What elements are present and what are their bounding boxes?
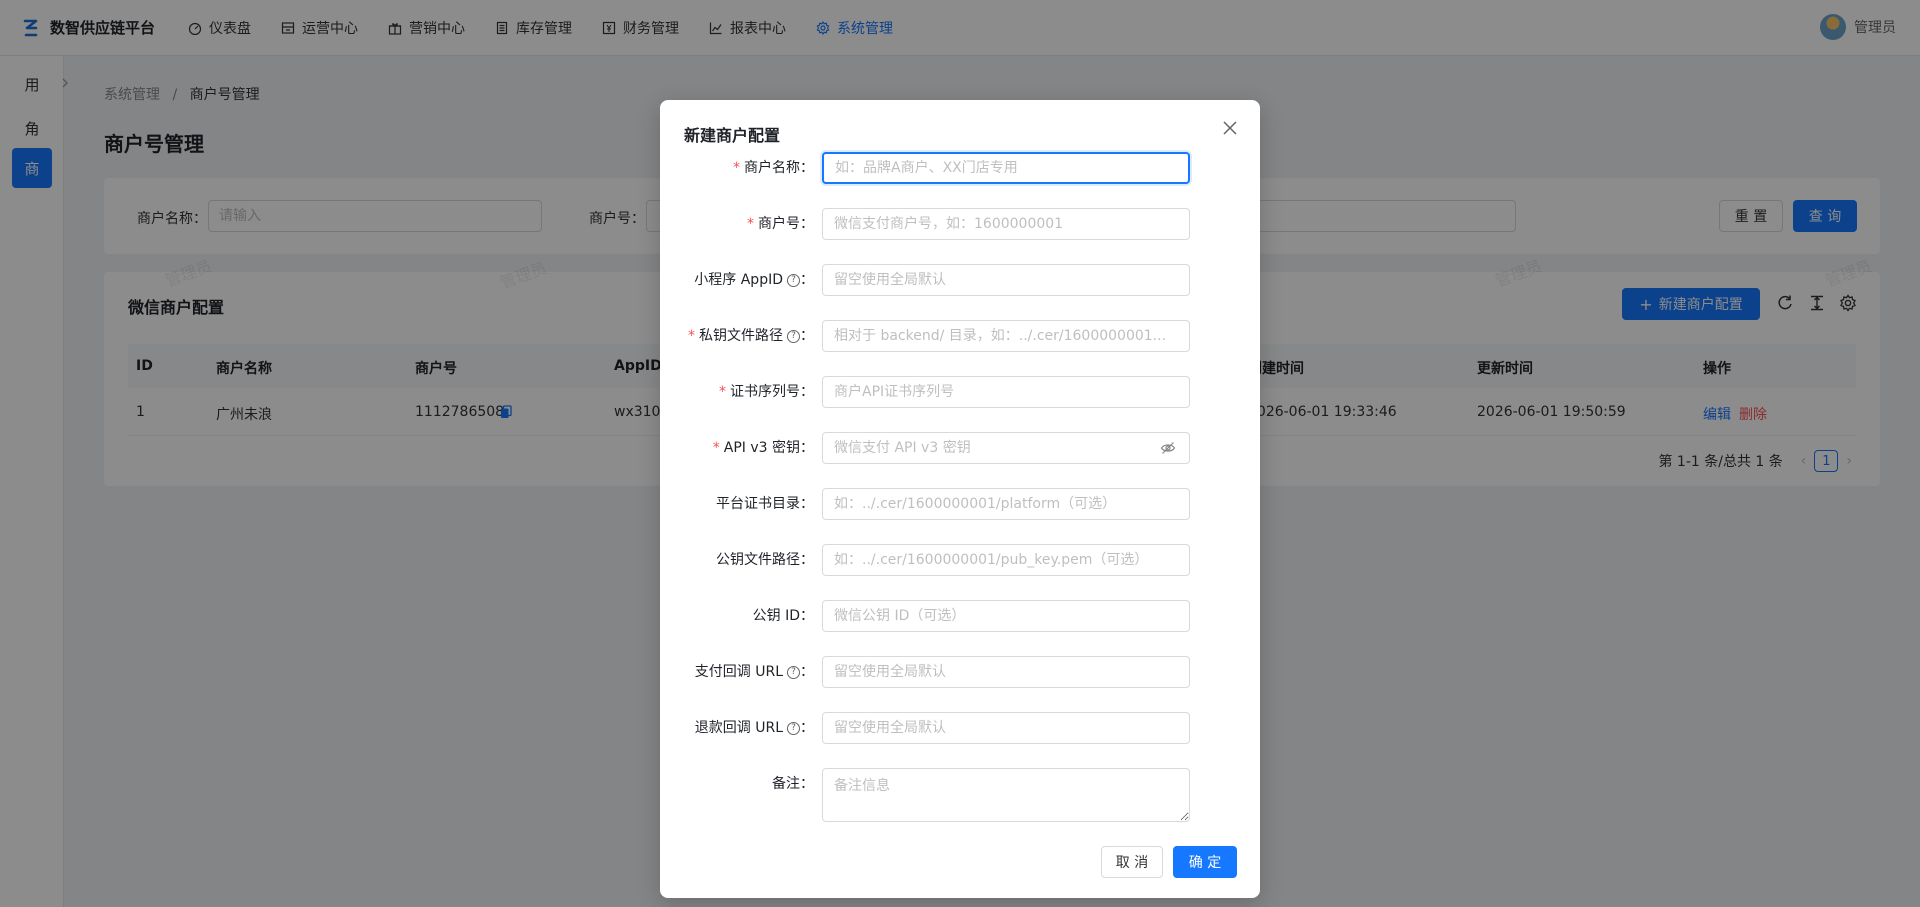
remark-field[interactable]	[822, 768, 1190, 822]
merchant-id-field[interactable]	[822, 208, 1190, 240]
form-row-refund-notify-url: 退款回调 URL?：	[660, 712, 1260, 744]
field-label: 备注：	[772, 768, 814, 800]
field-label-text: 公钥 ID	[752, 608, 800, 624]
field-label: 小程序 AppID?：	[694, 264, 814, 296]
form-row-appid: 小程序 AppID?：	[660, 264, 1260, 296]
help-icon[interactable]: ?	[787, 329, 800, 343]
form-row-public-key-path: 公钥文件路径：	[660, 544, 1260, 576]
required-mark: *	[719, 384, 726, 400]
field-label-text: 小程序 AppID	[694, 272, 783, 288]
field-label-text: 平台证书目录	[716, 496, 800, 512]
public-key-id-field[interactable]	[822, 600, 1190, 632]
modal-title: 新建商户配置	[684, 126, 781, 145]
confirm-button[interactable]: 确 定	[1173, 846, 1237, 878]
field-label: 平台证书目录：	[716, 488, 814, 520]
field-label-text: 商户号	[758, 216, 800, 232]
form-row-remark: 备注：	[660, 768, 1260, 822]
field-label: * 证书序列号：	[719, 376, 814, 408]
field-label: * 商户名称：	[733, 152, 814, 184]
form-row-pay-notify-url: 支付回调 URL?：	[660, 656, 1260, 688]
form-row-platform-cert-dir: 平台证书目录：	[660, 488, 1260, 520]
help-icon[interactable]: ?	[787, 721, 800, 735]
help-icon[interactable]: ?	[787, 665, 800, 679]
field-label-text: 商户名称	[744, 160, 800, 176]
field-label: 退款回调 URL?：	[695, 712, 814, 744]
field-label-text: 备注	[772, 776, 800, 792]
required-mark: *	[688, 328, 695, 344]
required-mark: *	[712, 440, 720, 456]
form-row-merchant-id: * 商户号：	[660, 208, 1260, 240]
public-key-path-field[interactable]	[822, 544, 1190, 576]
api-v3-key-field[interactable]	[822, 432, 1190, 464]
merchant-name-field[interactable]	[822, 152, 1190, 184]
field-label: 公钥 ID：	[753, 600, 814, 632]
cancel-button[interactable]: 取 消	[1101, 846, 1163, 878]
field-label: * API v3 密钥：	[713, 432, 814, 464]
pay-notify-url-field[interactable]	[822, 656, 1190, 688]
field-label-text: 公钥文件路径	[716, 552, 800, 568]
private-key-path-field[interactable]	[822, 320, 1190, 352]
field-label: * 商户号：	[747, 208, 814, 240]
close-icon[interactable]	[1220, 118, 1240, 138]
create-merchant-modal: 新建商户配置 *商户名称： *商户号： 小程序 AppID?： *私钥文件路径?…	[660, 100, 1260, 898]
field-label: 公钥文件路径：	[716, 544, 814, 576]
field-label: * 私钥文件路径?：	[688, 320, 814, 352]
field-label-text: 证书序列号	[730, 384, 800, 400]
required-mark: *	[733, 160, 740, 176]
field-label-text: 支付回调 URL	[694, 664, 783, 680]
eye-invisible-icon[interactable]	[1160, 440, 1176, 456]
field-label: 支付回调 URL?：	[695, 656, 814, 688]
field-label-text: API v3 密钥	[723, 440, 800, 456]
form-row-public-key-id: 公钥 ID：	[660, 600, 1260, 632]
field-label-text: 退款回调 URL	[694, 720, 783, 736]
required-mark: *	[747, 216, 754, 232]
platform-cert-dir-field[interactable]	[822, 488, 1190, 520]
field-label-text: 私钥文件路径	[699, 328, 783, 344]
help-icon[interactable]: ?	[787, 273, 800, 287]
form-row-private-key-path: * 私钥文件路径?：	[660, 320, 1260, 352]
refund-notify-url-field[interactable]	[822, 712, 1190, 744]
cert-serial-field[interactable]	[822, 376, 1190, 408]
form-row-cert-serial: * 证书序列号：	[660, 376, 1260, 408]
form-row-merchant-name: * 商户名称：	[660, 152, 1260, 184]
appid-field[interactable]	[822, 264, 1190, 296]
form-row-api-v3-key: * API v3 密钥：	[660, 432, 1260, 464]
